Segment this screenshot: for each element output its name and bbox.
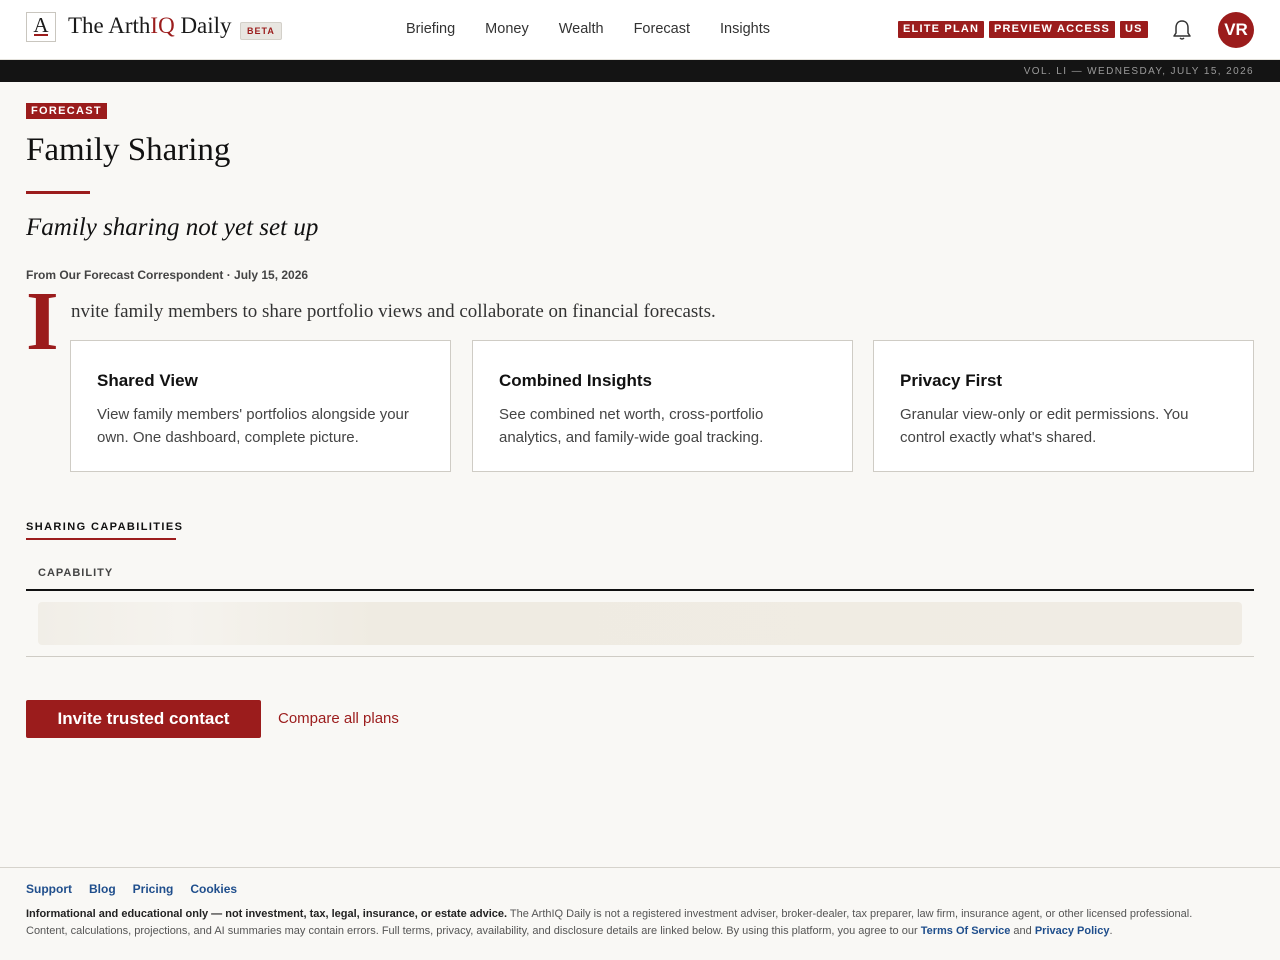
card-body: Granular view-only or edit permissions. … (900, 406, 1189, 446)
section-underline (26, 538, 176, 540)
disclaimer-and: and (1010, 925, 1035, 937)
footer-divider (0, 867, 1280, 868)
byline: From Our Forecast Correspondent · July 1… (26, 268, 309, 282)
main-nav: Briefing Money Wealth Forecast Insights (406, 21, 800, 37)
disclaimer-period: . (1109, 925, 1113, 937)
nav-wealth[interactable]: Wealth (559, 21, 604, 37)
brand-name[interactable]: The ArthIQ Daily (68, 13, 232, 39)
nav-forecast[interactable]: Forecast (634, 21, 690, 37)
invite-trusted-contact-button[interactable]: Invite trusted contact (26, 700, 261, 738)
lede-text: nvite family members to share portfolio … (71, 301, 716, 322)
terms-of-service-link[interactable]: Terms Of Service (921, 925, 1011, 937)
beta-badge: BETA (240, 22, 282, 40)
footer-links: Support Blog Pricing Cookies (26, 882, 254, 896)
privacy-policy-link[interactable]: Privacy Policy (1035, 925, 1110, 937)
dateline-bar: VOL. LI — WEDNESDAY, JULY 15, 2026 (0, 60, 1280, 82)
card-title: Combined Insights (499, 371, 652, 390)
feature-card-combined-insights: Combined Insights See combined net worth… (472, 340, 853, 472)
disclaimer-bold: Informational and educational only — not… (26, 908, 508, 920)
drop-cap: I (26, 275, 59, 368)
card-title: Shared View (97, 371, 198, 390)
bell-icon[interactable] (1172, 19, 1192, 41)
title-rule (26, 191, 90, 194)
card-body: See combined net worth, cross-portfolio … (499, 406, 764, 446)
feature-card-privacy-first: Privacy First Granular view-only or edit… (873, 340, 1254, 472)
table-header-rule (26, 589, 1254, 591)
footer-link-support[interactable]: Support (26, 882, 72, 896)
footer-disclaimer: Informational and educational only — not… (26, 906, 1226, 940)
elite-plan-badge: ELITE PLAN (898, 21, 985, 38)
compare-plans-link[interactable]: Compare all plans (278, 710, 399, 727)
brand-suffix: Daily (174, 13, 232, 38)
footer-link-blog[interactable]: Blog (89, 882, 116, 896)
nav-insights[interactable]: Insights (720, 21, 770, 37)
footer-link-cookies[interactable]: Cookies (190, 882, 237, 896)
dateline-text: VOL. LI — WEDNESDAY, JULY 15, 2026 (1023, 66, 1254, 77)
top-header: A The ArthIQ Daily BETA Briefing Money W… (0, 0, 1280, 60)
brand-prefix: The Arth (68, 13, 151, 38)
user-avatar[interactable]: VR (1218, 12, 1254, 48)
logo-icon[interactable]: A (26, 12, 56, 42)
brand-accent: IQ (150, 13, 175, 38)
card-body: View family members' portfolios alongsid… (97, 406, 409, 446)
nav-money[interactable]: Money (485, 21, 529, 37)
region-badge[interactable]: US (1120, 21, 1148, 38)
preview-access-badge: PREVIEW ACCESS (989, 21, 1116, 38)
nav-briefing[interactable]: Briefing (406, 21, 455, 37)
table-bottom-rule (26, 656, 1254, 657)
section-kicker: FORECAST (26, 103, 107, 119)
page-title: Family Sharing (26, 132, 231, 168)
capabilities-section-label: SHARING CAPABILITIES (26, 521, 184, 533)
card-title: Privacy First (900, 371, 1003, 390)
feature-card-shared-view: Shared View View family members' portfol… (70, 340, 451, 472)
table-column-header: CAPABILITY (38, 567, 114, 579)
loading-skeleton-row (38, 602, 1242, 645)
page-subtitle: Family sharing not yet set up (26, 214, 319, 241)
footer-link-pricing[interactable]: Pricing (133, 882, 174, 896)
